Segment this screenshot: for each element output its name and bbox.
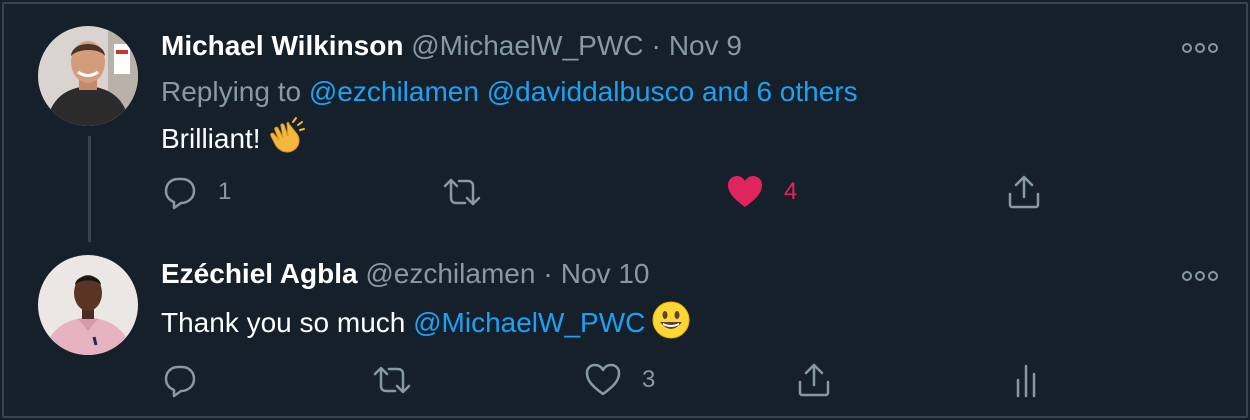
replying-to: Replying to @ezchilamen @daviddalbusco a… [161, 74, 858, 110]
clapping-hands-icon [267, 116, 307, 165]
replying-prefix: Replying to [161, 76, 302, 107]
share-button[interactable] [1006, 172, 1042, 212]
tweet-text: Brilliant! [161, 116, 307, 165]
analytics-icon [1016, 364, 1036, 398]
reply-icon [164, 177, 196, 210]
share-icon [1008, 175, 1040, 209]
thread-line [88, 136, 91, 242]
tweet-text: Thank you so much @MichaelW_PWC [161, 300, 691, 349]
share-button[interactable] [796, 360, 832, 400]
separator: · [651, 30, 661, 61]
more-options-icon[interactable] [1182, 270, 1218, 282]
author-handle[interactable]: @MichaelW_PWC [411, 30, 643, 61]
retweet-icon [443, 178, 481, 206]
tweet-text-content: Brilliant! [161, 122, 261, 154]
tweet-header: Michael Wilkinson @MichaelW_PWC · Nov 9 [161, 28, 742, 64]
others-link[interactable]: and 6 others [702, 76, 858, 107]
heart-filled-icon [728, 176, 762, 207]
tweet-thread: Michael Wilkinson @MichaelW_PWC · Nov 9 Re… [2, 2, 1248, 418]
avatar[interactable] [38, 255, 138, 355]
mention-link[interactable]: @MichaelW_PWC [413, 307, 645, 338]
reply-button[interactable]: 1 [162, 172, 231, 212]
reply-count: 1 [218, 178, 232, 205]
like-count: 3 [642, 366, 656, 393]
author-name[interactable]: Michael Wilkinson [161, 30, 403, 61]
tweet-header: Ezéchiel Agbla @ezchilamen · Nov 10 [161, 256, 649, 292]
analytics-button[interactable] [1010, 360, 1042, 400]
tweet-date[interactable]: Nov 10 [561, 258, 650, 289]
share-icon [798, 363, 830, 397]
author-handle[interactable]: @ezchilamen [365, 258, 535, 289]
tweet-text-content: Thank you so much [161, 306, 406, 338]
smiley-face-icon [651, 300, 691, 349]
tweet-date[interactable]: Nov 9 [669, 30, 742, 61]
retweet-button[interactable] [372, 360, 432, 400]
avatar[interactable] [38, 26, 138, 126]
like-button[interactable]: 4 [726, 172, 797, 212]
reply-button[interactable] [162, 360, 218, 400]
separator: · [543, 258, 553, 289]
like-button[interactable]: 3 [584, 360, 655, 400]
tweet-michael[interactable]: Michael Wilkinson @MichaelW_PWC · Nov 9 Re… [4, 4, 1246, 244]
mention-link[interactable]: @daviddalbusco [487, 76, 694, 107]
retweet-button[interactable] [442, 172, 502, 212]
retweet-icon [373, 366, 411, 394]
heart-outline-icon [585, 363, 621, 396]
reply-icon [164, 365, 196, 398]
author-name[interactable]: Ezéchiel Agbla [161, 258, 358, 289]
more-options-icon[interactable] [1182, 42, 1218, 54]
mention-link[interactable]: @ezchilamen [309, 76, 479, 107]
like-count: 4 [784, 178, 798, 205]
tweet-ezechiel[interactable]: Ezéchiel Agbla @ezchilamen · Nov 10 Thank … [4, 244, 1246, 418]
